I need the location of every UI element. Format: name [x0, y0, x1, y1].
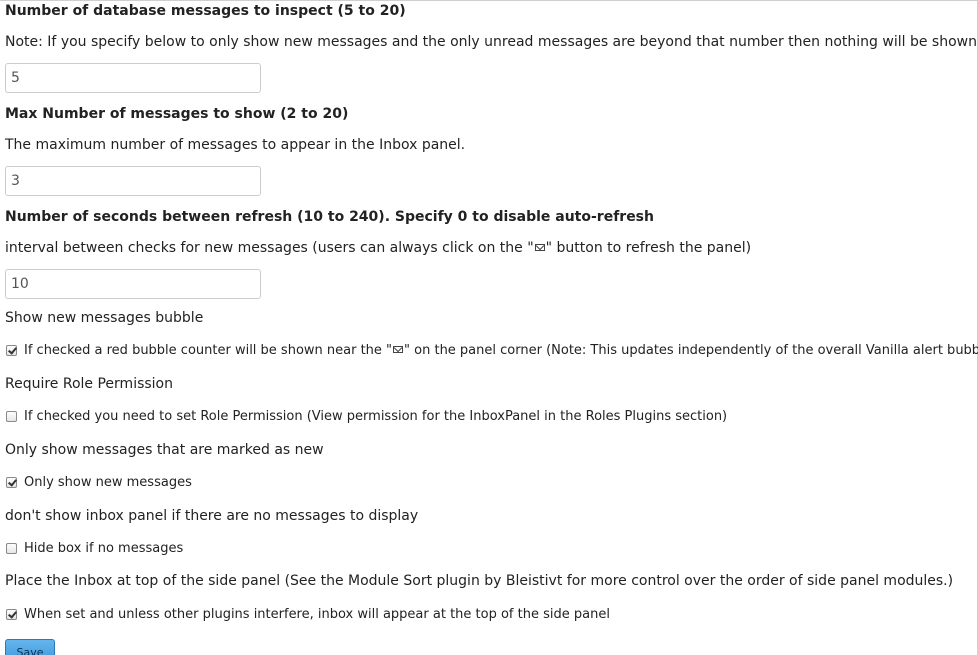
hide-empty-checkbox[interactable] [6, 543, 17, 554]
bubble-label: Show new messages bubble [5, 310, 204, 326]
only-new-checkbox[interactable] [6, 477, 17, 488]
role-label: Require Role Permission [5, 376, 173, 392]
top-panel-check-label: When set and unless other plugins interf… [24, 607, 610, 622]
db-messages-note: Note: If you specify below to only show … [5, 34, 978, 50]
max-messages-note: The maximum number of messages to appear… [5, 137, 466, 153]
refresh-note: interval between checks for new messages… [5, 240, 751, 256]
top-panel-checkbox[interactable] [6, 609, 17, 620]
max-messages-title: Max Number of messages to show (2 to 20) [5, 106, 349, 122]
role-check-label: If checked you need to set Role Permissi… [24, 409, 728, 424]
bubble-check-start: If checked a red bubble counter will be … [24, 343, 393, 358]
refresh-title: Number of seconds between refresh (10 to… [5, 209, 654, 225]
envelope-icon [393, 346, 404, 353]
only-new-option[interactable]: Only show new messages [6, 475, 192, 490]
hide-empty-label: don't show inbox panel if there are no m… [5, 508, 419, 524]
db-messages-title: Number of database messages to inspect (… [5, 3, 406, 19]
role-option[interactable]: If checked you need to set Role Permissi… [6, 409, 727, 424]
refresh-note-end: " button to refresh the panel) [545, 240, 752, 256]
bubble-check-label: If checked a red bubble counter will be … [24, 343, 978, 358]
envelope-icon [534, 244, 545, 251]
top-panel-option[interactable]: When set and unless other plugins interf… [6, 607, 610, 622]
refresh-note-start: interval between checks for new messages… [5, 240, 534, 256]
bubble-checkbox[interactable] [6, 345, 17, 356]
hide-empty-option[interactable]: Hide box if no messages [6, 541, 183, 556]
only-new-label: Only show messages that are marked as ne… [5, 442, 324, 458]
save-button[interactable]: Save [5, 639, 55, 655]
max-messages-input[interactable] [5, 166, 261, 196]
bubble-option[interactable]: If checked a red bubble counter will be … [6, 343, 978, 358]
top-panel-label: Place the Inbox at top of the side panel… [5, 573, 954, 589]
refresh-input[interactable] [5, 269, 261, 299]
role-checkbox[interactable] [6, 411, 17, 422]
only-new-check-label: Only show new messages [24, 475, 192, 490]
db-messages-input[interactable] [5, 63, 261, 93]
hide-empty-check-label: Hide box if no messages [24, 541, 184, 556]
bubble-check-end: " on the panel corner (Note: This update… [404, 343, 978, 358]
